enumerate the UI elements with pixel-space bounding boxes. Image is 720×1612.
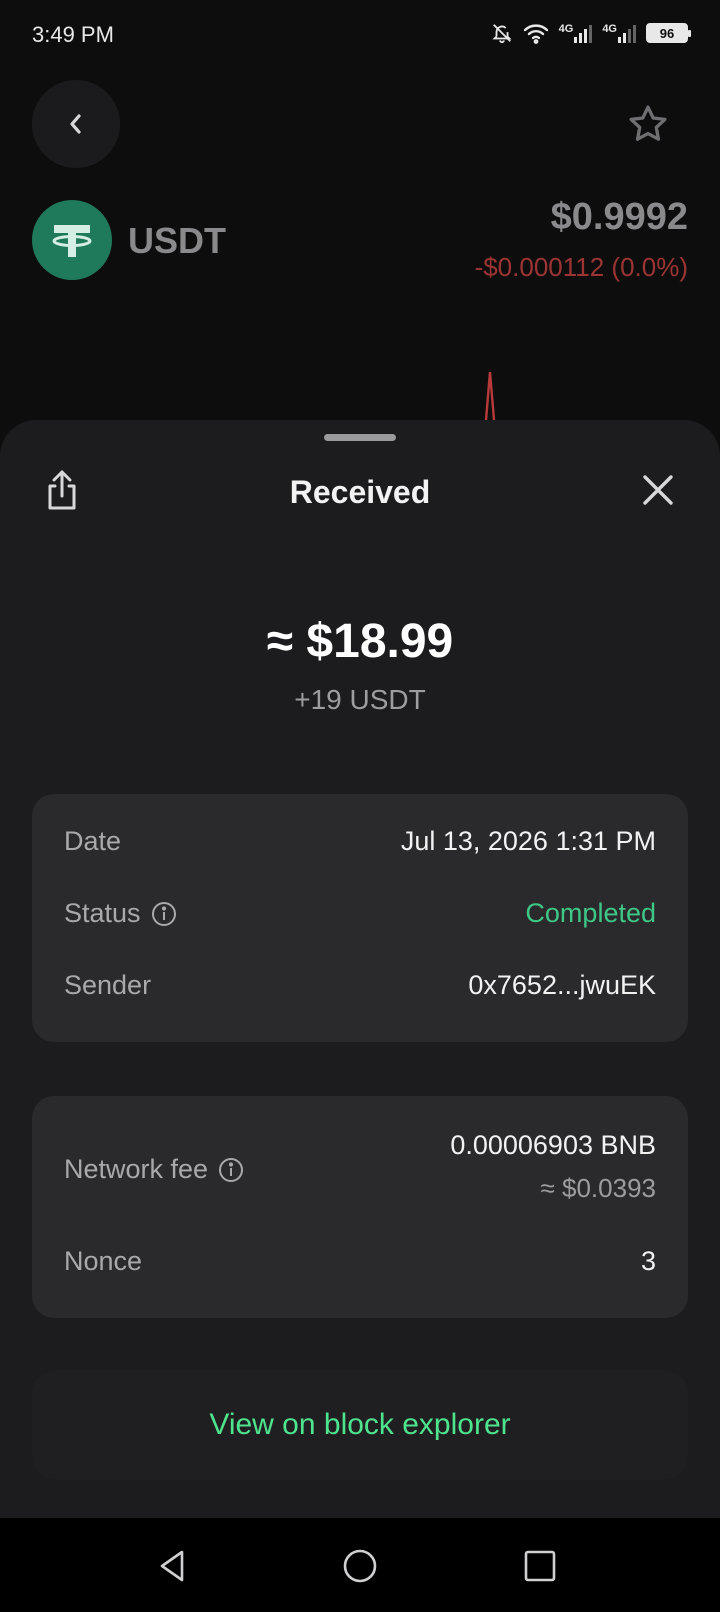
info-icon[interactable]	[151, 901, 177, 927]
network-fee-usd: ≈ $0.0393	[540, 1173, 656, 1203]
status-bar: 3:49 PM 4G 4G 96	[0, 0, 720, 72]
favorite-button[interactable]	[626, 102, 670, 146]
sender-label: Sender	[64, 970, 152, 1000]
fee-card: Network fee 0.00006903 BNB ≈ $0.0393 Non…	[32, 1096, 688, 1318]
nonce-value: 3	[640, 1246, 656, 1276]
back-nav-icon[interactable]	[152, 1546, 192, 1586]
nonce-label: Nonce	[64, 1246, 143, 1276]
network-fee-label-group: Network fee	[64, 1154, 244, 1185]
status-icons: 4G 4G 96	[491, 22, 691, 44]
status-time: 3:49 PM	[32, 22, 114, 47]
signal-bars-icon	[618, 23, 636, 43]
network-fee-label: Network fee	[64, 1154, 209, 1184]
system-navigation-bar	[0, 1518, 720, 1612]
details-card: Date Jul 13, 2026 1:31 PM Status Complet…	[32, 794, 688, 1042]
coin-name: USDT	[128, 220, 226, 261]
network-fee-value: 0.00006903 BNB	[450, 1130, 656, 1160]
amount-usd: ≈ $18.99	[266, 615, 454, 668]
date-label: Date	[64, 826, 122, 856]
price-chart-line	[484, 372, 496, 421]
network-type-2: 4G	[602, 23, 617, 35]
signal-1: 4G	[559, 23, 593, 43]
chevron-left-icon	[70, 114, 81, 134]
nonce-row: Nonce 3	[64, 1246, 656, 1277]
status-label: Status	[64, 898, 141, 928]
coin-price: $0.9992	[550, 196, 688, 238]
wifi-icon	[523, 24, 548, 44]
battery-icon: 96	[646, 23, 691, 43]
transaction-details-sheet: Received ≈ $18.99 +19 USDT Date Jul 13, …	[0, 420, 720, 1518]
star-icon	[629, 105, 667, 141]
status-value: Completed	[525, 898, 656, 928]
recents-nav-icon[interactable]	[520, 1546, 560, 1586]
sheet-drag-handle[interactable]	[324, 434, 396, 441]
usdt-logo-icon	[32, 200, 112, 280]
coin-price-change: -$0.000112 (0.0%)	[474, 252, 688, 282]
back-button[interactable]	[32, 80, 120, 168]
date-row: Date Jul 13, 2026 1:31 PM	[64, 826, 656, 857]
sender-row: Sender 0x7652...jwuEK	[64, 970, 656, 1001]
status-label-group: Status	[64, 898, 177, 929]
sender-address[interactable]: 0x7652...jwuEK	[468, 970, 656, 1001]
signal-bars-icon	[574, 23, 593, 43]
amount-token: +19 USDT	[294, 684, 426, 715]
tether-icon	[52, 225, 92, 257]
close-icon	[643, 475, 673, 505]
network-fee-values: 0.00006903 BNB ≈ $0.0393	[450, 1130, 656, 1204]
status-row: Status Completed	[64, 898, 656, 929]
sheet-title: Received	[289, 474, 431, 510]
network-fee-row: Network fee 0.00006903 BNB ≈ $0.0393	[64, 1130, 656, 1204]
home-nav-icon[interactable]	[340, 1546, 380, 1586]
view-on-explorer-button[interactable]: View on block explorer	[32, 1370, 688, 1480]
close-button[interactable]	[640, 472, 676, 508]
info-icon[interactable]	[218, 1157, 244, 1183]
date-value: Jul 13, 2026 1:31 PM	[400, 826, 656, 856]
notifications-muted-icon	[492, 24, 512, 44]
network-type-1: 4G	[558, 23, 574, 35]
view-on-explorer-label: View on block explorer	[209, 1408, 511, 1441]
signal-2: 4G	[602, 23, 636, 43]
